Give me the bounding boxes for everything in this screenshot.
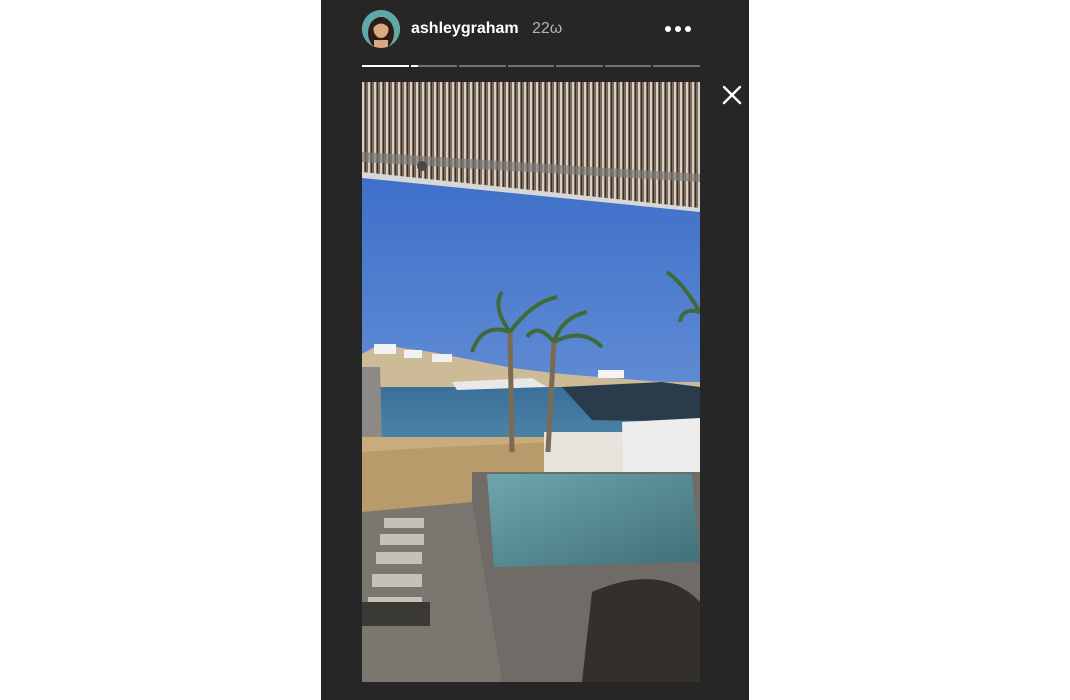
- close-icon: [722, 85, 742, 105]
- avatar-image: [362, 10, 400, 48]
- more-dots-icon: [685, 26, 691, 32]
- page: ashleygraham 22ω: [0, 0, 1070, 700]
- progress-segment-fill: [362, 65, 409, 67]
- story-timestamp: 22ω: [532, 20, 563, 37]
- progress-segment: [653, 65, 701, 67]
- progress-segment-fill: [410, 65, 418, 67]
- story-viewer: ashleygraham 22ω: [321, 0, 749, 700]
- progress-segment: [604, 65, 652, 67]
- story-progress-bar: [362, 65, 701, 67]
- story-media[interactable]: [362, 82, 700, 682]
- progress-segment: [556, 65, 603, 67]
- progress-segment: [362, 65, 409, 67]
- progress-segment: [507, 65, 555, 67]
- progress-segment: [410, 65, 458, 67]
- more-dots-icon: [675, 26, 681, 32]
- more-options-button[interactable]: [662, 18, 694, 40]
- username[interactable]: ashleygraham: [411, 19, 519, 39]
- story-photo: [362, 82, 700, 682]
- avatar[interactable]: [362, 10, 400, 48]
- close-button[interactable]: [721, 84, 743, 106]
- progress-segment: [459, 65, 506, 67]
- more-dots-icon: [665, 26, 671, 32]
- story-header: ashleygraham 22ω: [362, 10, 702, 48]
